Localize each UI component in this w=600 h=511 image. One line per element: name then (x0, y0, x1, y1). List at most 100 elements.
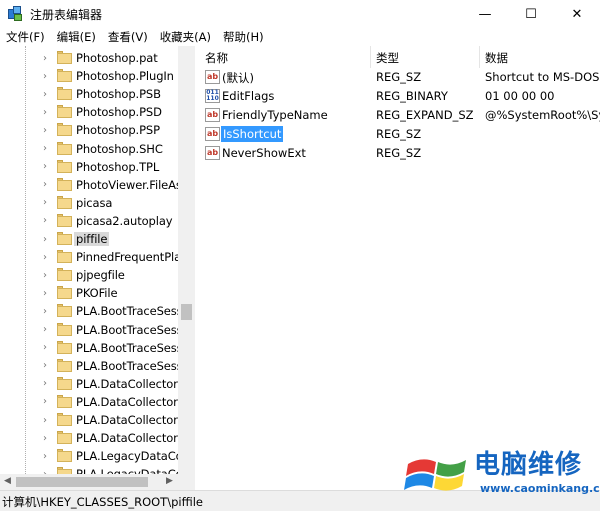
key-tree[interactable]: › Photoshop.pat › Photoshop.PlugIn › Photosho… (0, 46, 195, 490)
tree-item[interactable]: › PinnedFrequentPlac (0, 248, 187, 266)
folder-icon (57, 394, 72, 408)
tree-item[interactable]: › PLA.DataCollectorSe (0, 393, 192, 411)
menu-edit[interactable]: 编辑(E) (51, 29, 102, 45)
chevron-right-icon[interactable]: › (40, 215, 50, 226)
menu-help[interactable]: 帮助(H) (217, 29, 270, 45)
value-row[interactable]: ab FriendlyTypeName REG_EXPAND_SZ @%SystemR… (200, 106, 600, 125)
tree-item[interactable]: › PLA.BootTraceSessi (0, 357, 186, 375)
folder-icon (57, 431, 72, 445)
watermark-url: www.caominkang.com (480, 482, 600, 495)
folder-icon (57, 232, 72, 245)
value-name: (默认) (222, 71, 254, 85)
value-type: REG_SZ (376, 146, 422, 160)
chevron-right-icon[interactable]: › (40, 324, 50, 335)
chevron-right-icon[interactable]: › (40, 270, 50, 281)
scroll-right-icon[interactable]: ▶ (166, 476, 173, 486)
tree-item-label: PLA.BootTraceSessi (76, 340, 186, 355)
column-header-type[interactable]: 类型 (376, 50, 399, 66)
tree-item-label: picasa (76, 195, 113, 210)
windows-flag-icon (404, 459, 466, 491)
chevron-right-icon[interactable]: › (40, 288, 50, 299)
folder-icon (57, 340, 72, 354)
value-name: NeverShowExt (222, 146, 306, 160)
tree-item[interactable]: › Photoshop.SHC (0, 140, 180, 158)
folder-icon (57, 159, 72, 173)
chevron-right-icon[interactable]: › (40, 433, 50, 444)
tree-item[interactable]: › PLA.BootTraceSessi (0, 321, 186, 339)
chevron-right-icon[interactable]: › (40, 179, 50, 190)
tree-item[interactable]: › PLA.BootTraceSessi (0, 302, 186, 320)
chevron-right-icon[interactable]: › (40, 360, 50, 371)
scroll-left-icon[interactable]: ◀ (4, 476, 11, 486)
chevron-right-icon[interactable]: › (40, 396, 50, 407)
tree-item[interactable]: › PLA.BootTraceSessi (0, 339, 186, 357)
tree-item[interactable]: › PLA.DataCollectorSe (0, 375, 192, 393)
chevron-right-icon[interactable]: › (40, 53, 50, 64)
folder-icon (57, 87, 72, 101)
value-row[interactable]: 011 110 EditFlags REG_BINARY 01 00 00 00 (200, 87, 600, 106)
tree-item[interactable]: › Photoshop.PSB (0, 85, 180, 103)
tree-item[interactable]: › pjpegfile (0, 266, 180, 284)
chevron-right-icon[interactable]: › (40, 107, 50, 118)
folder-icon (57, 413, 72, 426)
maximize-button[interactable]: ☐ (508, 0, 554, 28)
tree-item[interactable]: › PLA.DataCollectorSe (0, 429, 192, 447)
tree-item-label: Photoshop.pat (76, 51, 158, 65)
tree-item-label: PinnedFrequentPlac (76, 250, 188, 265)
column-divider[interactable] (479, 46, 480, 68)
chevron-right-icon[interactable]: › (40, 234, 50, 245)
folder-icon (57, 250, 72, 264)
folder-icon (57, 304, 72, 318)
chevron-right-icon[interactable]: › (40, 71, 50, 82)
chevron-right-icon[interactable]: › (40, 89, 50, 100)
tree-item-label: PLA.DataCollectorSe (76, 376, 192, 391)
tree-item[interactable]: › PKOFile (0, 284, 180, 302)
menu-bar: 文件(F) 编辑(E) 查看(V) 收藏夹(A) 帮助(H) (0, 28, 600, 46)
tree-item[interactable]: › Photoshop.PSP (0, 121, 180, 139)
tree-item-label: Photoshop.SHC (76, 141, 163, 156)
chevron-right-icon[interactable]: › (40, 378, 50, 389)
tree-item-label: picasa2.autoplay (76, 213, 173, 228)
value-row[interactable]: ab IsShortcut REG_SZ (200, 125, 600, 144)
chevron-right-icon[interactable]: › (40, 451, 50, 462)
chevron-right-icon[interactable]: › (40, 415, 50, 426)
column-header-name[interactable]: 名称 (205, 50, 228, 66)
chevron-right-icon[interactable]: › (40, 252, 50, 263)
tree-horizontal-scrollbar[interactable]: ◀ ▶ (0, 474, 195, 490)
tree-item-label: PLA.DataCollectorSe (76, 394, 192, 409)
tree-item[interactable]: › PLA.LegacyDataColl (0, 447, 189, 465)
tree-item-label: pjpegfile (76, 268, 125, 283)
tree-item[interactable]: › picasa2.autoplay (0, 212, 180, 230)
chevron-right-icon[interactable]: › (40, 306, 50, 317)
value-name: EditFlags (222, 89, 275, 103)
value-name: IsShortcut (219, 125, 285, 143)
tree-hscroll-thumb[interactable] (16, 477, 148, 487)
close-button[interactable]: ✕ (554, 0, 600, 28)
value-row[interactable]: ab (默认) REG_SZ Shortcut to MS-DOS P (200, 68, 600, 87)
tree-item[interactable]: › PhotoViewer.FileAss (0, 176, 188, 194)
column-divider[interactable] (370, 46, 371, 68)
chevron-right-icon[interactable]: › (40, 342, 50, 353)
chevron-right-icon[interactable]: › (40, 143, 50, 154)
tree-item[interactable]: › Photoshop.pat (0, 49, 180, 67)
tree-item[interactable]: › piffile (0, 230, 180, 248)
chevron-right-icon[interactable]: › (40, 197, 50, 208)
tree-vertical-scrollbar[interactable] (178, 46, 195, 474)
menu-file[interactable]: 文件(F) (0, 29, 51, 45)
chevron-right-icon[interactable]: › (40, 125, 50, 136)
tree-item-label: Photoshop.PSD (76, 105, 162, 120)
values-list[interactable]: 名称 类型 数据 ab (默认) REG_SZ Shortcut to MS-DOS … (200, 46, 600, 490)
tree-item[interactable]: › Photoshop.PSD (0, 103, 180, 121)
tree-item[interactable]: › picasa (0, 194, 180, 212)
tree-item[interactable]: › PLA.DataCollectorSe (0, 411, 192, 429)
tree-item[interactable]: › Photoshop.PlugIn (0, 67, 180, 85)
column-header-data[interactable]: 数据 (485, 50, 508, 66)
menu-favorites[interactable]: 收藏夹(A) (154, 29, 217, 45)
minimize-button[interactable]: — (462, 0, 508, 28)
chevron-right-icon[interactable]: › (40, 161, 50, 172)
tree-scroll-thumb[interactable] (181, 304, 192, 320)
tree-item-label: Photoshop.PSP (76, 123, 160, 138)
menu-view[interactable]: 查看(V) (102, 29, 154, 45)
value-row[interactable]: ab NeverShowExt REG_SZ (200, 144, 600, 163)
tree-item[interactable]: › Photoshop.TPL (0, 158, 180, 176)
